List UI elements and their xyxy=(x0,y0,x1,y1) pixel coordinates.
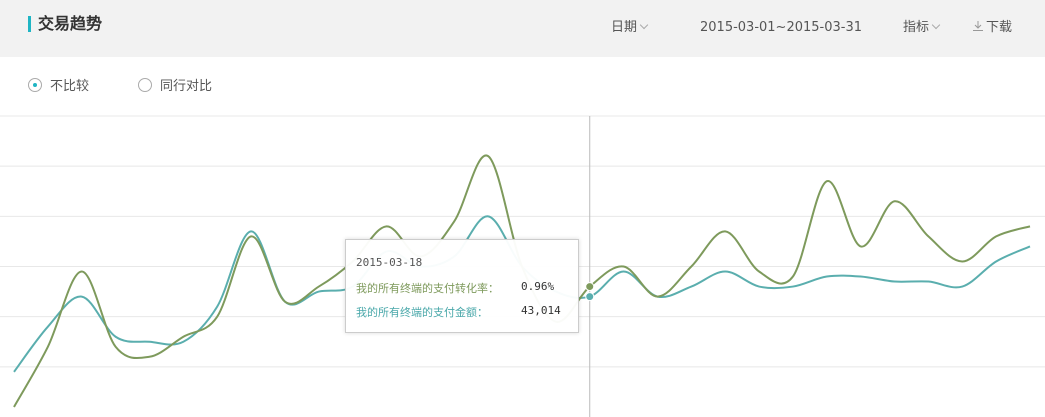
tooltip-row-amount: 我的所有终端的支付金额： 43,014 xyxy=(356,304,561,320)
tooltip-date: 2015-03-18 xyxy=(356,256,423,269)
tooltip-amount-value: 43,014 xyxy=(521,304,561,317)
chart-tooltip: 2015-03-18 我的所有终端的支付转化率： 0.96% 我的所有终端的支付… xyxy=(345,239,579,333)
tooltip-amount-label: 我的所有终端的支付金额： xyxy=(356,306,488,319)
tooltip-row-conversion: 我的所有终端的支付转化率： 0.96% xyxy=(356,280,554,296)
highlight-point-conversion xyxy=(585,282,595,292)
tooltip-conversion-value: 0.96% xyxy=(521,280,555,293)
tooltip-conversion-label: 我的所有终端的支付转化率： xyxy=(356,282,499,295)
highlight-point-amount xyxy=(585,292,595,302)
trend-chart[interactable] xyxy=(0,0,1045,417)
